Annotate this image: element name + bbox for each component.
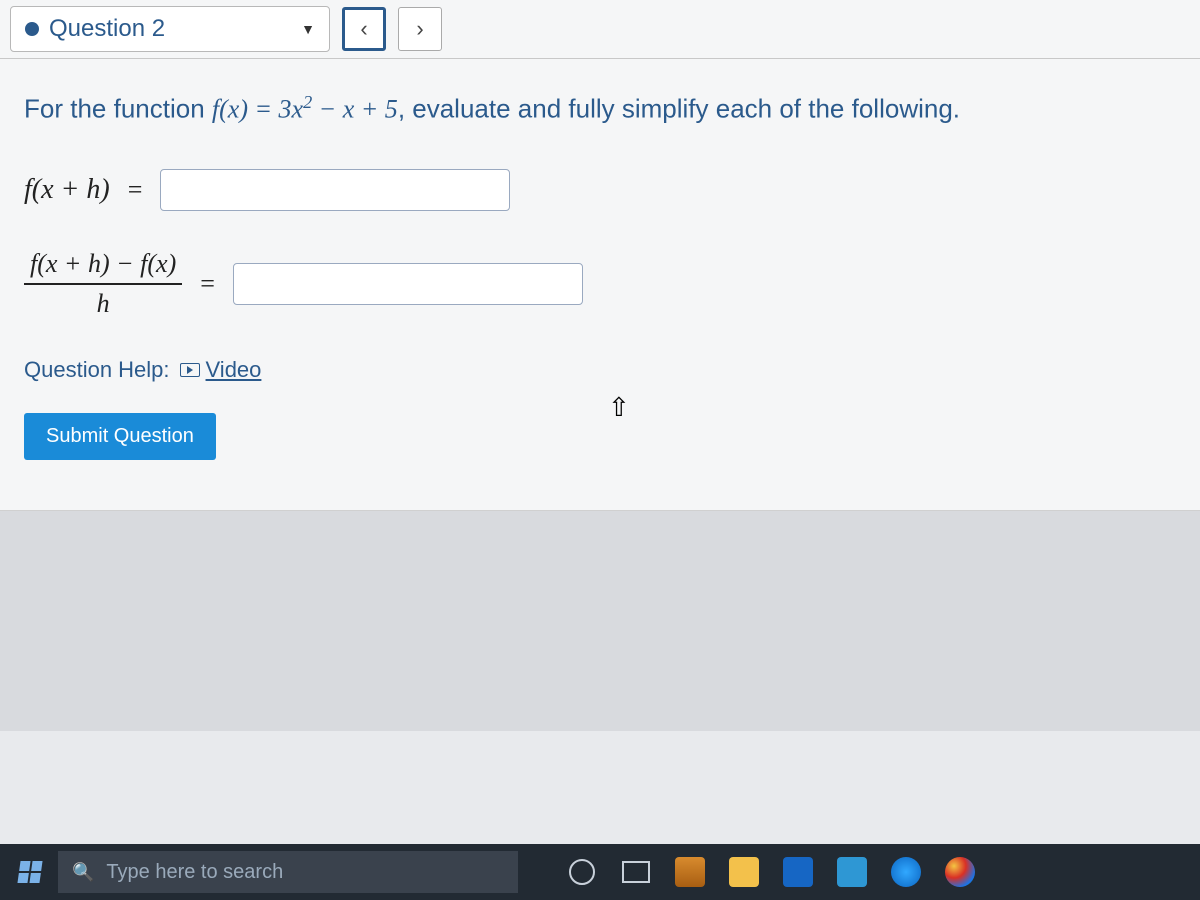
explorer-app-icon	[729, 857, 759, 887]
windows-taskbar: 🔍 Type here to search	[0, 844, 1200, 900]
submit-question-button[interactable]: Submit Question	[24, 413, 216, 460]
question-number-label: Question 2	[49, 15, 291, 43]
prompt-eq: =	[248, 95, 279, 124]
question-header: Question 2 ▼ ‹ ›	[0, 0, 1200, 59]
answer-row-2: f(x + h) − f(x) h =	[24, 249, 1176, 319]
prompt-var2: x	[343, 95, 355, 124]
frac-denominator: h	[97, 285, 110, 319]
submit-button-label: Submit Question	[46, 425, 194, 447]
app-icon-2[interactable]	[726, 854, 762, 890]
difference-quotient-expr: f(x + h) − f(x) h	[24, 249, 182, 319]
caret-down-icon: ▼	[301, 21, 315, 37]
prompt-minus: −	[312, 95, 343, 124]
question-help-row: Question Help: Video	[24, 357, 1176, 383]
mail-app-icon	[783, 857, 813, 887]
search-placeholder: Type here to search	[106, 861, 283, 884]
video-help-link[interactable]: Video	[180, 357, 262, 383]
app-icon-3[interactable]	[780, 854, 816, 890]
taskbar-search[interactable]: 🔍 Type here to search	[58, 851, 518, 893]
question-prompt: For the function f(x) = 3x2 − x + 5, eva…	[24, 89, 1176, 129]
question-body: For the function f(x) = 3x2 − x + 5, eva…	[0, 59, 1200, 511]
start-button[interactable]	[8, 850, 52, 894]
cortana-button[interactable]	[564, 854, 600, 890]
store-app-icon	[837, 857, 867, 887]
task-view-icon	[622, 861, 650, 883]
task-view-button[interactable]	[618, 854, 654, 890]
answer-row-1: f(x + h) =	[24, 169, 1176, 211]
app-icon-6[interactable]	[942, 854, 978, 890]
next-question-button[interactable]: ›	[398, 7, 442, 51]
app-icon-5[interactable]	[888, 854, 924, 890]
taskbar-icons	[564, 854, 978, 890]
expr-f-xh: f(x + h)	[24, 174, 110, 206]
video-link-text: Video	[206, 357, 262, 383]
answer-input-1[interactable]	[160, 169, 510, 211]
video-icon	[180, 363, 200, 377]
windows-logo-icon	[17, 861, 42, 883]
chevron-left-icon: ‹	[360, 16, 367, 42]
prompt-plus5: + 5	[354, 95, 398, 124]
circle-icon	[569, 859, 595, 885]
prompt-tail: , evaluate and fully simplify each of th…	[398, 94, 960, 124]
app-icon-1[interactable]	[672, 854, 708, 890]
empty-area	[0, 511, 1200, 731]
prompt-var1: x	[292, 95, 304, 124]
question-dropdown[interactable]: Question 2 ▼	[10, 6, 330, 52]
status-dot-icon	[25, 22, 39, 36]
app-icon-4[interactable]	[834, 854, 870, 890]
edge-app-icon	[891, 857, 921, 887]
search-icon: 🔍	[72, 862, 94, 883]
help-label: Question Help:	[24, 357, 170, 383]
chrome-app-icon	[945, 857, 975, 887]
frac-numerator: f(x + h) − f(x)	[24, 249, 182, 285]
eq-sign-2: =	[200, 269, 215, 299]
answer-input-2[interactable]	[233, 263, 583, 305]
prompt-coef: 3	[279, 95, 292, 124]
prompt-fx: f(x)	[212, 95, 248, 124]
prompt-exp: 2	[303, 92, 312, 112]
prev-question-button[interactable]: ‹	[342, 7, 386, 51]
prompt-lead: For the function	[24, 94, 205, 124]
chevron-right-icon: ›	[416, 16, 423, 42]
folder-app-icon	[675, 857, 705, 887]
eq-sign-1: =	[128, 175, 143, 205]
